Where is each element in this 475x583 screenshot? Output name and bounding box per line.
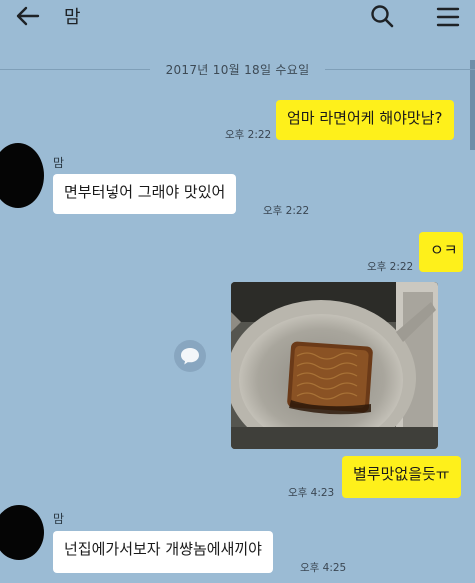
chat-title: 맘 <box>64 7 81 28</box>
message-time: 오후 4:23 <box>288 487 335 499</box>
sender-name: 맘 <box>53 156 65 170</box>
ramen-pot-photo <box>231 282 438 449</box>
search-button[interactable] <box>368 2 396 30</box>
avatar[interactable] <box>0 505 44 560</box>
arrow-left-icon <box>16 6 40 26</box>
message-time: 오후 2:22 <box>263 205 310 217</box>
date-divider: 2017년 10월 18일 수요일 <box>0 58 475 80</box>
photo-message[interactable] <box>231 282 438 449</box>
back-button[interactable] <box>14 4 42 28</box>
sender-name: 맘 <box>53 512 65 526</box>
menu-button[interactable] <box>434 4 462 30</box>
message-time: 오후 2:22 <box>225 129 272 141</box>
my-message-bubble[interactable]: 별루맛없을듯ㅠ <box>342 456 461 498</box>
search-icon <box>371 5 394 28</box>
their-message-bubble[interactable]: 면부터넣어 그래야 맛있어 <box>53 174 237 214</box>
divider-line-right <box>325 69 475 70</box>
my-message-bubble[interactable]: ㅇㅋ <box>419 232 463 272</box>
their-message-bubble[interactable]: 넌집에가서보자 개썅놈에새끼야 <box>53 531 273 573</box>
message-time: 오후 2:22 <box>367 261 414 273</box>
avatar[interactable] <box>0 143 44 208</box>
message-time: 오후 4:25 <box>300 562 347 574</box>
chat-header: 맘 <box>0 0 475 34</box>
share-button[interactable] <box>174 340 206 372</box>
hamburger-menu-icon <box>436 7 460 27</box>
my-message-bubble[interactable]: 엄마 라면어케 해야맛남? <box>276 100 454 140</box>
share-bubble-icon <box>181 348 199 365</box>
